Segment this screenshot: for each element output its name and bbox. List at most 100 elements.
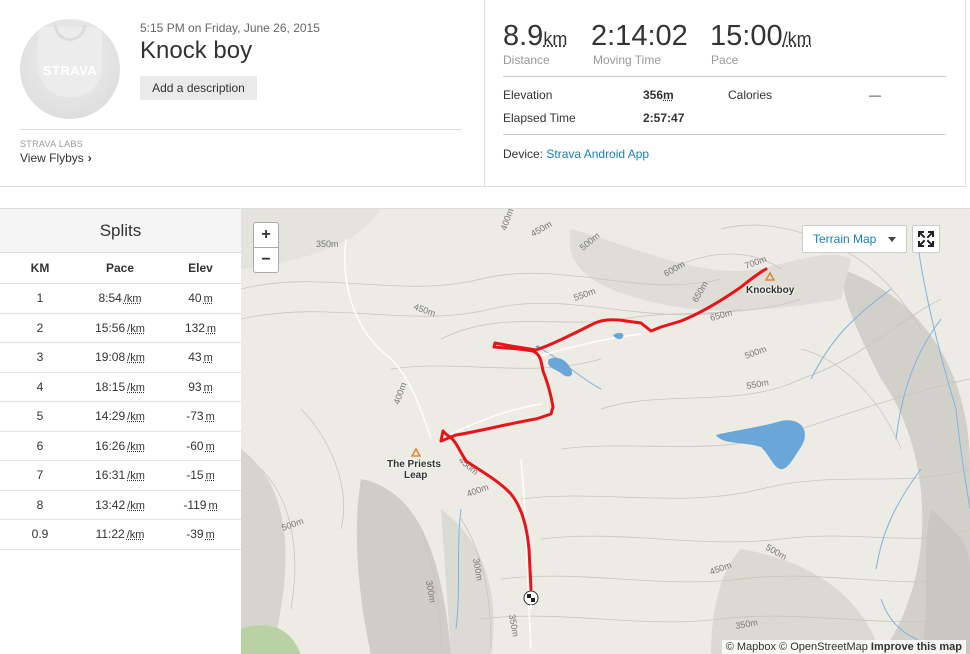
- divider: [20, 129, 462, 130]
- svg-text:450m: 450m: [457, 455, 481, 477]
- split-pace: 16:31/km: [80, 461, 160, 490]
- splits-header-row: KM Pace Elev: [0, 253, 241, 284]
- split-elev-value: -119: [183, 497, 207, 512]
- strava-labs-label: STRAVA LABS: [20, 139, 83, 149]
- split-pace: 19:08/km: [80, 343, 160, 372]
- chevron-right-icon: ›: [87, 151, 92, 165]
- split-pace-value: 18:15: [95, 379, 126, 394]
- terrain-map-canvas[interactable]: 350m 400m 450m 500m 550m 600m 650m 700m …: [241, 209, 970, 654]
- fullscreen-icon: [918, 231, 934, 247]
- athlete-avatar[interactable]: STRAVA: [20, 19, 120, 119]
- column-header-pace: Pace: [105, 261, 135, 275]
- split-row: 2 15:56/km 132 m: [0, 314, 241, 343]
- vertical-divider: [484, 0, 485, 187]
- split-elev-value: 40: [188, 291, 202, 305]
- split-elev: 132 m: [160, 314, 241, 343]
- zoom-out-button[interactable]: −: [253, 247, 279, 273]
- split-elev: 40 m: [160, 284, 241, 313]
- split-pace-value: 11:22: [95, 527, 125, 541]
- split-km: 8: [36, 497, 44, 512]
- split-elev: 43 m: [160, 343, 241, 372]
- split-row: 7 16:31/km -15 m: [0, 461, 241, 491]
- split-elev-value: 43: [188, 350, 202, 364]
- priests-leap-label-line1: The Priests: [387, 459, 441, 470]
- distance-label: Distance: [503, 53, 550, 67]
- split-km: 3: [36, 350, 44, 364]
- split-row: 3 19:08/km 43 m: [0, 343, 241, 373]
- split-row: 6 16:26/km -60 m: [0, 432, 241, 461]
- view-flybys-label: View Flybys: [20, 151, 84, 165]
- svg-text:450m: 450m: [529, 219, 553, 239]
- stats-divider: [503, 134, 946, 135]
- splits-title: Splits: [0, 209, 241, 253]
- split-pace-unit: /km: [127, 352, 145, 364]
- split-pace-unit: /km: [127, 499, 145, 512]
- split-pace-unit: /km: [127, 381, 145, 394]
- split-elev-value: 93: [188, 379, 202, 394]
- split-km: 5: [36, 409, 44, 423]
- splits-body: 1 8:54/km 40 m 2 15:56/km 132 m 3 19:08/km 43 m 4 18:…: [0, 284, 241, 550]
- split-pace: 16:26/km: [80, 432, 160, 461]
- split-pace-value: 14:29: [95, 409, 126, 423]
- calories-label: Calories: [728, 88, 773, 102]
- view-flybys-link[interactable]: View Flybys ›: [20, 151, 92, 165]
- route-map[interactable]: 350m 400m 450m 500m 550m 600m 650m 700m …: [241, 208, 970, 654]
- splits-table: Splits KM Pace Elev 1 8:54/km 40 m 2 15:56/km…: [0, 208, 241, 654]
- device-info: Device: Strava Android App: [503, 147, 649, 161]
- map-layer-select[interactable]: Terrain Map: [802, 225, 907, 253]
- elevation-label: Elevation: [503, 88, 553, 102]
- svg-text:350m: 350m: [507, 614, 521, 638]
- finish-flag-icon: [523, 590, 539, 609]
- split-pace: 13:42/km: [80, 491, 160, 520]
- moving-time-value: 2:14:02: [591, 20, 688, 52]
- split-pace-unit: /km: [127, 322, 145, 335]
- device-link[interactable]: Strava Android App: [546, 147, 649, 161]
- knockboy-label: Knockboy: [746, 285, 795, 296]
- calories-value: —: [869, 88, 881, 102]
- zoom-in-button[interactable]: +: [253, 222, 279, 248]
- split-pace-unit: /km: [127, 440, 145, 453]
- split-elev-value: -73: [186, 409, 204, 423]
- split-elev: -15 m: [160, 461, 241, 490]
- split-elev: -119 m: [160, 491, 241, 520]
- split-pace-value: 15:56: [95, 320, 126, 335]
- split-pace-value: 16:26: [95, 438, 126, 453]
- split-pace-unit: /km: [127, 470, 145, 482]
- caret-down-icon: [888, 237, 896, 242]
- svg-text:400m: 400m: [391, 381, 408, 406]
- split-elev: -39 m: [160, 520, 241, 549]
- svg-text:550m: 550m: [572, 286, 597, 303]
- split-elev-unit: m: [203, 381, 213, 394]
- split-pace-value: 16:31: [95, 468, 126, 482]
- split-elev-unit: m: [205, 529, 215, 541]
- svg-text:550m: 550m: [746, 377, 770, 391]
- pace-unit: /km: [782, 29, 812, 49]
- map-attribution: © Mapbox © OpenStreetMap Improve this ma…: [721, 640, 966, 654]
- split-elev-value: -39: [186, 527, 204, 541]
- elevation-unit: m: [663, 88, 674, 102]
- avatar-strava-logo: STRAVA: [42, 63, 98, 78]
- column-header-elev: Elev: [188, 261, 213, 275]
- stats-divider: [503, 76, 946, 77]
- split-row: 8 13:42/km -119 m: [0, 491, 241, 520]
- add-description-button[interactable]: Add a description: [140, 76, 257, 100]
- device-label: Device:: [503, 147, 544, 161]
- split-pace: 18:15/km: [80, 373, 160, 402]
- column-header-km: KM: [30, 261, 50, 275]
- activity-header: STRAVA 5:15 PM on Friday, June 26, 2015 …: [0, 0, 966, 187]
- split-elev-value: 132: [184, 320, 205, 335]
- activity-title: Knock boy: [140, 37, 253, 64]
- improve-map-link[interactable]: Improve this map: [871, 641, 962, 653]
- split-row: 1 8:54/km 40 m: [0, 284, 241, 314]
- svg-text:500m: 500m: [743, 344, 768, 361]
- elevation-number: 356: [643, 88, 664, 102]
- pace-label: Pace: [711, 53, 739, 67]
- split-pace-value: 8:54: [98, 291, 122, 305]
- fullscreen-button[interactable]: [912, 225, 940, 253]
- split-elev: -73 m: [160, 402, 241, 431]
- svg-text:400m: 400m: [465, 482, 490, 499]
- split-elev-unit: m: [203, 352, 213, 364]
- split-pace: 14:29/km: [80, 402, 160, 431]
- svg-text:350m: 350m: [316, 239, 339, 249]
- attribution-text[interactable]: © Mapbox © OpenStreetMap: [726, 641, 868, 653]
